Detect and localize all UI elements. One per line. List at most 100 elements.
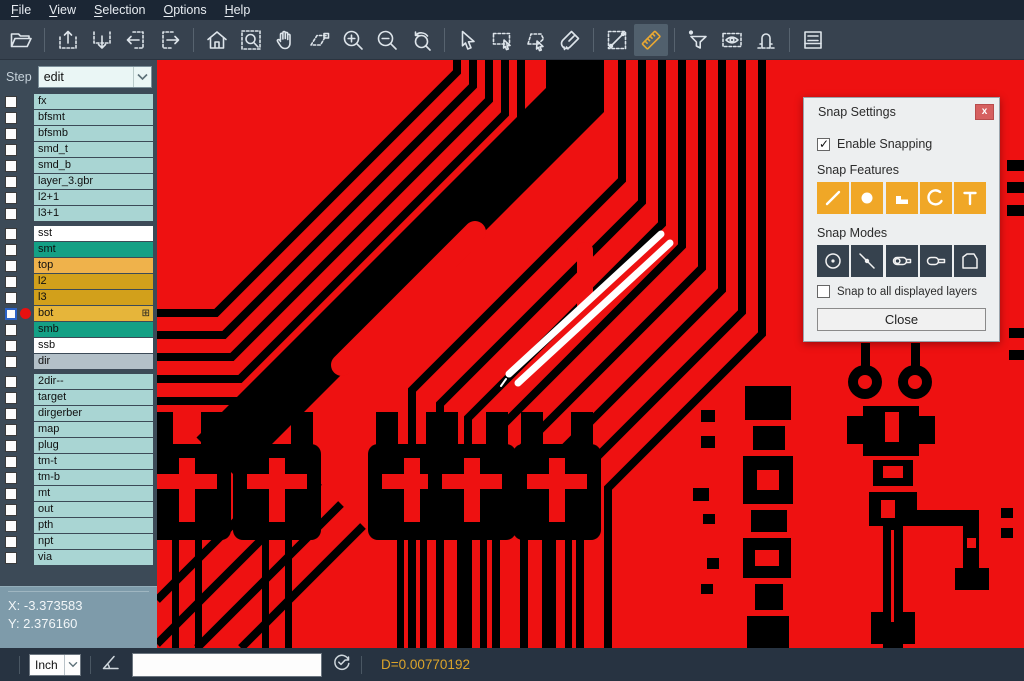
- step-select[interactable]: edit: [38, 66, 152, 88]
- layer-checkbox[interactable]: [5, 292, 17, 304]
- layer-checkbox[interactable]: [5, 456, 17, 468]
- pan-down-icon[interactable]: [85, 24, 119, 56]
- layer-label[interactable]: layer_3.gbr: [34, 174, 153, 189]
- measure-ruler-icon[interactable]: [634, 24, 668, 56]
- layer-label[interactable]: mt: [34, 486, 153, 501]
- layer-row-smb[interactable]: smb: [0, 322, 157, 337]
- layer-row-l3[interactable]: l3: [0, 290, 157, 305]
- snap-line-button[interactable]: [817, 182, 849, 214]
- layer-checkbox[interactable]: [5, 536, 17, 548]
- layer-checkbox[interactable]: [5, 504, 17, 516]
- pan-right-icon[interactable]: [153, 24, 187, 56]
- layer-row-out[interactable]: out: [0, 502, 157, 517]
- zoom-previous-icon[interactable]: [404, 24, 438, 56]
- select-polygon-icon[interactable]: [519, 24, 553, 56]
- layer-label[interactable]: bfsmt: [34, 110, 153, 125]
- zoom-out-icon[interactable]: [370, 24, 404, 56]
- layer-row-sst[interactable]: sst: [0, 226, 157, 241]
- layer-label[interactable]: pth: [34, 518, 153, 533]
- filter-icon[interactable]: [681, 24, 715, 56]
- layer-checkbox[interactable]: [5, 96, 17, 108]
- layer-label[interactable]: bfsmb: [34, 126, 153, 141]
- snap-all-layers-checkbox[interactable]: [817, 285, 830, 298]
- layer-label[interactable]: via: [34, 550, 153, 565]
- layer-label[interactable]: map: [34, 422, 153, 437]
- unit-select[interactable]: Inch: [29, 654, 81, 676]
- menu-options[interactable]: Options: [154, 0, 215, 20]
- pan-left-icon[interactable]: [119, 24, 153, 56]
- layer-row-bfsmt[interactable]: bfsmt: [0, 110, 157, 125]
- layer-label[interactable]: top: [34, 258, 153, 273]
- layer-checkbox[interactable]: [5, 552, 17, 564]
- layer-label[interactable]: ssb: [34, 338, 153, 353]
- layer-checkbox[interactable]: [5, 112, 17, 124]
- zoom-polygon-icon[interactable]: [302, 24, 336, 56]
- snap-circle-button[interactable]: [851, 182, 883, 214]
- select-cursor-icon[interactable]: [451, 24, 485, 56]
- select-rectangle-icon[interactable]: [485, 24, 519, 56]
- snap-text-button[interactable]: [954, 182, 986, 214]
- layer-row-2dir--[interactable]: 2dir--: [0, 374, 157, 389]
- menu-file[interactable]: File: [2, 0, 40, 20]
- grid-icon[interactable]: ⊞: [142, 306, 150, 321]
- layer-checkbox[interactable]: [5, 324, 17, 336]
- snap-center-button[interactable]: [817, 245, 849, 277]
- chevron-down-icon[interactable]: [133, 67, 151, 87]
- layer-row-map[interactable]: map: [0, 422, 157, 437]
- snap-surface-button[interactable]: [886, 182, 918, 214]
- menu-help[interactable]: Help: [216, 0, 260, 20]
- layer-label[interactable]: l3+1: [34, 206, 153, 221]
- layer-row-l2+1[interactable]: l2+1: [0, 190, 157, 205]
- layer-row-via[interactable]: via: [0, 550, 157, 565]
- layer-checkbox[interactable]: [5, 276, 17, 288]
- pan-up-icon[interactable]: [51, 24, 85, 56]
- layer-label[interactable]: smb: [34, 322, 153, 337]
- layer-checkbox[interactable]: [5, 392, 17, 404]
- layer-label[interactable]: fx: [34, 94, 153, 109]
- angle-icon[interactable]: [100, 651, 122, 678]
- layer-row-target[interactable]: target: [0, 390, 157, 405]
- layer-row-l3+1[interactable]: l3+1: [0, 206, 157, 221]
- measure-line-icon[interactable]: [600, 24, 634, 56]
- layer-label[interactable]: dirgerber: [34, 406, 153, 421]
- layer-checkbox[interactable]: [5, 228, 17, 240]
- layer-checkbox[interactable]: [5, 376, 17, 388]
- snap-loop-icon[interactable]: [749, 24, 783, 56]
- layer-row-layer_3.gbr[interactable]: layer_3.gbr: [0, 174, 157, 189]
- layer-checkbox[interactable]: [5, 308, 17, 320]
- layer-label[interactable]: l3: [34, 290, 153, 305]
- snap-midpoint-button[interactable]: [851, 245, 883, 277]
- snap-arc-button[interactable]: [920, 182, 952, 214]
- refresh-check-icon[interactable]: [332, 652, 352, 677]
- layer-label[interactable]: 2dir--: [34, 374, 153, 389]
- layer-label[interactable]: tm-b: [34, 470, 153, 485]
- layer-row-plug[interactable]: plug: [0, 438, 157, 453]
- menu-view[interactable]: View: [40, 0, 85, 20]
- layer-row-bot[interactable]: bot⊞: [0, 306, 157, 321]
- layer-checkbox[interactable]: [5, 192, 17, 204]
- layer-label[interactable]: bot⊞: [34, 306, 153, 321]
- layer-row-smt[interactable]: smt: [0, 242, 157, 257]
- layer-label[interactable]: out: [34, 502, 153, 517]
- layer-checkbox[interactable]: [5, 128, 17, 140]
- layer-row-smd_b[interactable]: smd_b: [0, 158, 157, 173]
- layer-label[interactable]: plug: [34, 438, 153, 453]
- close-button[interactable]: Close: [817, 308, 986, 331]
- layers-panel-icon[interactable]: [796, 24, 830, 56]
- layer-label[interactable]: l2: [34, 274, 153, 289]
- layer-row-dirgerber[interactable]: dirgerber: [0, 406, 157, 421]
- enable-snapping-checkbox[interactable]: [817, 138, 830, 151]
- layer-row-npt[interactable]: npt: [0, 534, 157, 549]
- layer-label[interactable]: tm-t: [34, 454, 153, 469]
- layer-label[interactable]: sst: [34, 226, 153, 241]
- zoom-area-icon[interactable]: [234, 24, 268, 56]
- layer-row-top[interactable]: top: [0, 258, 157, 273]
- layer-row-l2[interactable]: l2: [0, 274, 157, 289]
- layer-checkbox[interactable]: [5, 208, 17, 220]
- dialog-title-bar[interactable]: Snap Settings x: [804, 98, 999, 125]
- layer-checkbox[interactable]: [5, 520, 17, 532]
- layer-row-tm-b[interactable]: tm-b: [0, 470, 157, 485]
- open-file-icon[interactable]: [4, 24, 38, 56]
- chevron-down-icon[interactable]: [64, 655, 80, 675]
- layer-label[interactable]: l2+1: [34, 190, 153, 205]
